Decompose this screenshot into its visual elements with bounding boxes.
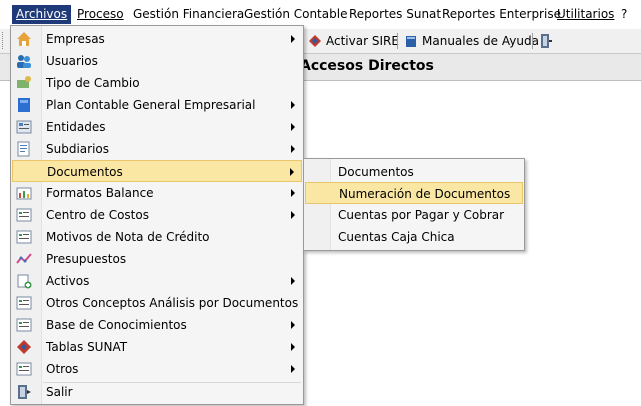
menu-item-subdiarios[interactable]: Subdiarios <box>12 138 302 160</box>
menu-item-plan-contable-label: Plan Contable General Empresarial <box>46 98 256 112</box>
menu-item-usuarios[interactable]: Usuarios <box>12 50 302 72</box>
activar-sire-button[interactable]: Activar SIRE <box>308 31 399 51</box>
submenu-arrow-icon <box>291 277 295 285</box>
archivos-dropdown: Empresas Usuarios Tipo de Cambio Plan Co… <box>10 25 304 405</box>
menu-reportes-sunat[interactable]: Reportes Sunat <box>345 5 445 24</box>
activar-sire-label: Activar SIRE <box>326 34 399 48</box>
submenu-item-cuentas-caja-chica[interactable]: Cuentas Caja Chica <box>305 226 523 248</box>
menu-item-presupuestos[interactable]: Presupuestos <box>12 248 302 270</box>
menu-item-salir-label: Salir <box>46 385 73 399</box>
menu-item-empresas[interactable]: Empresas <box>12 28 302 50</box>
menu-proceso-label: Proceso <box>77 7 124 21</box>
submenu-item-documentos-label: Documentos <box>338 165 414 179</box>
menu-item-base-conocimientos[interactable]: Base de Conocimientos <box>12 314 302 336</box>
exit-door-icon <box>541 34 552 48</box>
submenu-arrow-icon <box>291 365 295 373</box>
menu-utilitarios-label: Utilitarios <box>557 7 615 21</box>
submenu-arrow-icon <box>291 189 295 197</box>
menu-item-plan-contable[interactable]: Plan Contable General Empresarial <box>12 94 302 116</box>
menu-help[interactable]: ? <box>617 5 631 24</box>
menu-item-empresas-label: Empresas <box>46 32 105 46</box>
subdiarios-icon <box>17 141 30 157</box>
manual-book-icon <box>406 36 416 47</box>
menu-item-tipo-cambio[interactable]: Tipo de Cambio <box>12 72 302 94</box>
menu-utilitarios[interactable]: Utilitarios <box>553 5 618 24</box>
menu-item-subdiarios-label: Subdiarios <box>46 142 110 156</box>
menu-item-motivos-nota-credito[interactable]: Motivos de Nota de Crédito <box>12 226 302 248</box>
menu-gestion-contable[interactable]: Gestión Contable <box>240 5 351 24</box>
menu-reportes-sunat-label: Reportes Sunat <box>349 7 442 21</box>
sire-icon <box>309 35 321 47</box>
form-icon <box>16 208 32 222</box>
submenu-arrow-icon <box>291 343 295 351</box>
menu-item-tablas-sunat[interactable]: Tablas SUNAT <box>12 336 302 358</box>
menu-item-formatos-balance[interactable]: Formatos Balance <box>12 182 302 204</box>
menu-item-activos[interactable]: Activos <box>12 270 302 292</box>
menu-item-motivos-nota-credito-label: Motivos de Nota de Crédito <box>46 230 210 244</box>
submenu-arrow-icon <box>291 211 295 219</box>
submenu-arrow-icon <box>291 123 295 131</box>
submenu-arrow-icon <box>291 101 295 109</box>
menu-item-tipo-cambio-label: Tipo de Cambio <box>46 76 140 90</box>
exchange-icon <box>17 76 31 88</box>
menu-gestion-financiera-label: Gestión Financiera <box>133 7 245 21</box>
form-icon <box>16 318 32 332</box>
menu-archivos[interactable]: Archivos <box>12 5 72 24</box>
menu-item-usuarios-label: Usuarios <box>46 54 98 68</box>
manuales-ayuda-button[interactable]: Manuales de Ayuda <box>404 31 539 51</box>
menu-item-centro-costos-label: Centro de Costos <box>46 208 149 222</box>
documentos-submenu: Documentos Numeración de Documentos Cuen… <box>303 158 525 251</box>
menu-item-salir[interactable]: Salir <box>12 381 302 403</box>
submenu-item-numeracion-documentos[interactable]: Numeración de Documentos <box>305 182 523 204</box>
menu-item-entidades-label: Entidades <box>46 120 106 134</box>
toolbar-separator <box>397 33 398 49</box>
menu-proceso[interactable]: Proceso <box>73 5 128 24</box>
menu-archivos-label: Archivos <box>16 7 68 21</box>
submenu-arrow-icon <box>291 321 295 329</box>
submenu-arrow-icon <box>290 168 294 176</box>
menu-reportes-enterprise-label: Reportes Enterprise <box>442 7 561 21</box>
book-icon <box>18 98 30 112</box>
form-icon <box>16 362 32 376</box>
menu-item-tablas-sunat-label: Tablas SUNAT <box>46 340 128 354</box>
toolbar-grip[interactable] <box>2 32 7 49</box>
trend-icon <box>16 253 32 264</box>
submenu-item-cuentas-pagar-cobrar[interactable]: Cuentas por Pagar y Cobrar <box>305 204 523 226</box>
exit-toolbar-button[interactable] <box>539 31 553 51</box>
submenu-item-cuentas-caja-chica-label: Cuentas Caja Chica <box>338 230 455 244</box>
menu-gestion-financiera[interactable]: Gestión Financiera <box>129 5 248 24</box>
submenu-item-numeracion-documentos-label: Numeración de Documentos <box>339 187 511 201</box>
panel-title: Accesos Directos <box>300 58 434 74</box>
menu-gestion-contable-label: Gestión Contable <box>244 7 348 21</box>
menu-item-entidades[interactable]: Entidades <box>12 116 302 138</box>
menu-item-otros[interactable]: Otros <box>12 358 302 380</box>
submenu-item-cuentas-pagar-cobrar-label: Cuentas por Pagar y Cobrar <box>338 208 505 222</box>
menu-item-presupuestos-label: Presupuestos <box>46 252 127 266</box>
users-icon <box>17 55 31 68</box>
exit-door-icon <box>18 385 31 399</box>
entities-icon <box>16 120 32 134</box>
form-icon <box>16 230 32 244</box>
asset-icon <box>17 274 32 289</box>
toolbar-separator-2 <box>532 33 533 49</box>
menu-item-activos-label: Activos <box>46 274 90 288</box>
home-icon <box>17 32 31 46</box>
balance-chart-icon <box>16 187 32 200</box>
menu-item-formatos-balance-label: Formatos Balance <box>46 186 154 200</box>
submenu-item-documentos[interactable]: Documentos <box>305 161 523 183</box>
sunat-icon <box>17 340 31 354</box>
menu-item-documentos-label: Documentos <box>47 165 123 179</box>
menu-help-label: ? <box>621 7 628 21</box>
menu-item-documentos[interactable]: Documentos <box>12 160 302 182</box>
menu-reportes-enterprise[interactable]: Reportes Enterprise <box>438 5 565 24</box>
submenu-arrow-icon <box>291 145 295 153</box>
menu-item-otros-label: Otros <box>46 362 79 376</box>
menu-item-otros-conceptos[interactable]: Otros Conceptos Análisis por Documentos <box>12 292 302 314</box>
menu-item-base-conocimientos-label: Base de Conocimientos <box>46 318 187 332</box>
form-icon <box>16 296 32 310</box>
menu-item-otros-conceptos-label: Otros Conceptos Análisis por Documentos <box>46 296 299 310</box>
menu-item-centro-costos[interactable]: Centro de Costos <box>12 204 302 226</box>
manuales-ayuda-label: Manuales de Ayuda <box>422 34 539 48</box>
submenu-arrow-icon <box>291 35 295 43</box>
